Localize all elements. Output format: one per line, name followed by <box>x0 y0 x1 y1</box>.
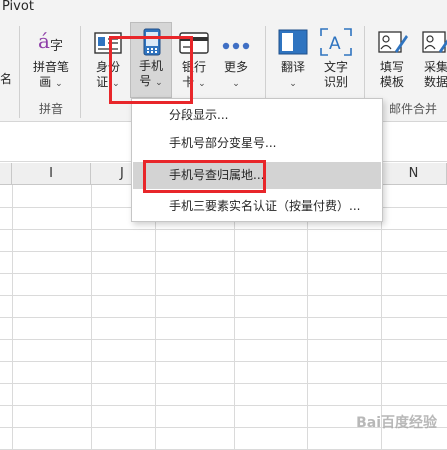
grid-line <box>0 251 447 252</box>
grid-line <box>0 273 447 274</box>
grid-line <box>0 339 447 340</box>
menu-item-realname-verify[interactable]: 手机三要素实名认证（按量付费）... <box>133 193 381 220</box>
fill-template-label-1: 填写 <box>379 60 404 74</box>
chevron-down-icon: ⌄ <box>289 79 297 89</box>
fill-template-button[interactable]: 填写 模板 <box>372 24 412 96</box>
ocr-label-1: 文字 <box>323 60 348 74</box>
grid-line <box>0 295 447 296</box>
watermark: Bai百度经验 <box>356 415 437 431</box>
more-dots-icon <box>222 36 250 50</box>
grid-line <box>0 405 447 406</box>
highlight-box-menu-item <box>143 160 266 193</box>
idcard-label-2: 证 <box>96 75 109 89</box>
grid-line <box>0 383 447 384</box>
chevron-down-icon: ⌄ <box>55 79 63 89</box>
menu-item-mask-phone[interactable]: 手机号部分变星号... <box>133 130 381 157</box>
group-label-pinyin: 拼音 <box>39 102 64 116</box>
more-label: 更多 <box>223 60 248 74</box>
pinyin-icon: á字 <box>36 28 66 54</box>
collect-data-label-1: 采集 <box>423 60 447 74</box>
column-header-i[interactable]: I <box>12 163 91 185</box>
group-separator <box>80 26 81 118</box>
group-label-mail-merge: 邮件合并 <box>389 102 438 116</box>
translate-icon <box>278 29 308 55</box>
pinyin-label-1: 拼音笔 <box>32 60 69 74</box>
translate-label: 翻译 <box>280 60 305 74</box>
column-header-n[interactable]: N <box>381 163 447 185</box>
grid-line <box>0 361 447 362</box>
grid-line <box>0 229 447 230</box>
fill-template-icon <box>378 29 408 55</box>
partial-left-label: 名 <box>0 72 13 86</box>
grid-line <box>0 317 447 318</box>
pinyin-label-2: 画 <box>39 75 52 89</box>
fill-template-label-2: 模板 <box>379 75 404 89</box>
svg-text:字: 字 <box>50 39 63 54</box>
ocr-icon: A <box>320 28 352 56</box>
translate-button[interactable]: 翻译 ⌄ <box>272 24 314 96</box>
collect-data-icon <box>422 29 447 55</box>
menu-item-segment-display[interactable]: 分段显示... <box>133 102 381 129</box>
chevron-down-icon: ⌄ <box>232 79 240 89</box>
chevron-down-icon: ⌄ <box>198 79 206 89</box>
pinyin-button[interactable]: á字 拼音笔 画 ⌄ <box>26 24 76 96</box>
collect-data-label-2: 数据 <box>423 75 447 89</box>
more-button[interactable]: 更多 ⌄ <box>216 24 256 96</box>
highlight-box-phone-button <box>109 36 193 104</box>
tab-pivot[interactable]: Pivot <box>2 0 34 14</box>
column-header[interactable] <box>0 163 12 185</box>
group-separator <box>19 26 20 118</box>
ocr-label-2: 识别 <box>323 75 348 89</box>
svg-text:A: A <box>329 34 341 54</box>
collect-data-button[interactable]: 采集 数据 <box>416 24 447 96</box>
svg-text:á: á <box>38 29 50 53</box>
ocr-button[interactable]: A 文字 识别 <box>316 24 356 96</box>
